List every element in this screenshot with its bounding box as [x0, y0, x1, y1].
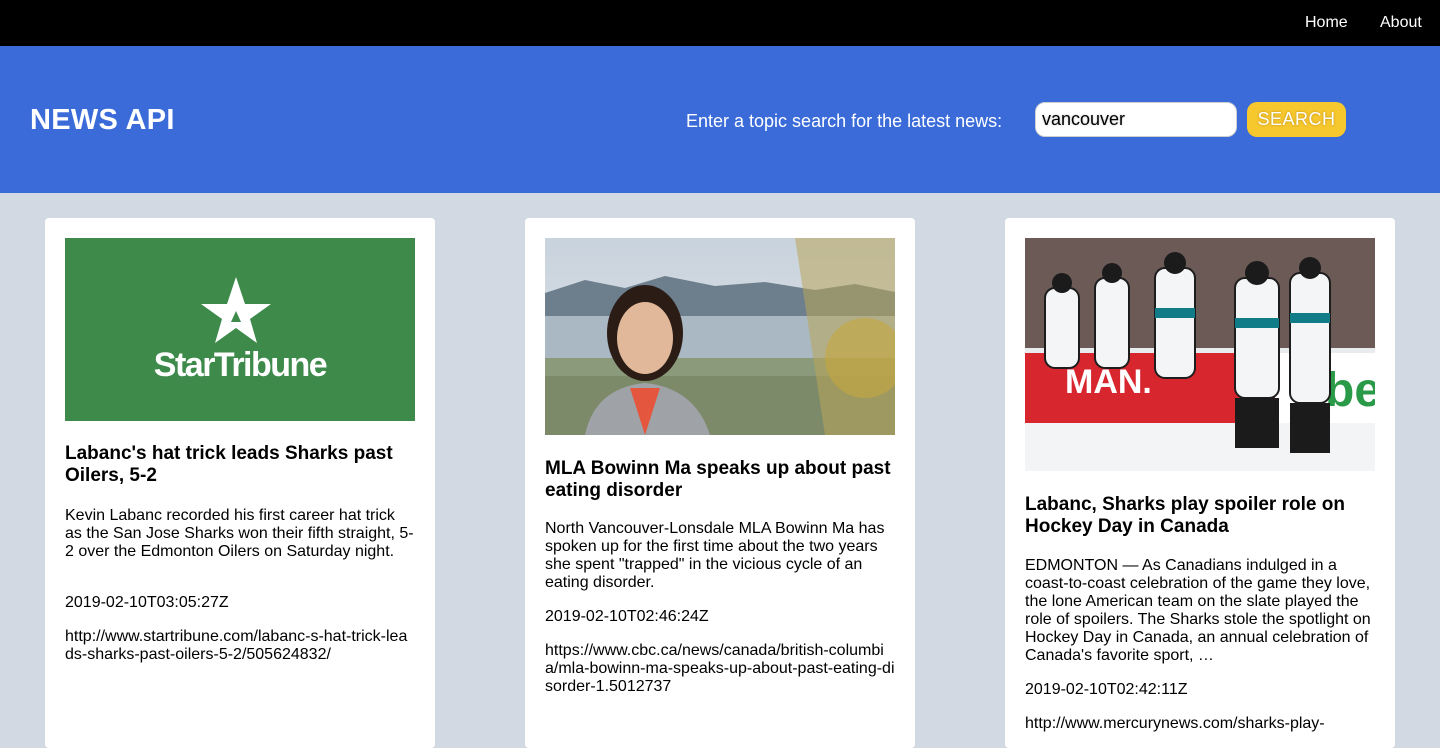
- article-title[interactable]: Labanc, Sharks play spoiler role on Hock…: [1025, 494, 1375, 538]
- article-date: 2019-02-10T02:42:11Z: [1025, 681, 1188, 698]
- hockey-illustration: MAN. be: [1025, 238, 1375, 471]
- star-icon: [201, 277, 271, 343]
- bowinn-ma-portrait-image[interactable]: [545, 238, 895, 435]
- nav-link-home[interactable]: Home: [1305, 13, 1348, 33]
- article-card: MLA Bowinn Ma speaks up about past eatin…: [525, 218, 915, 748]
- nav-link-about[interactable]: About: [1380, 13, 1422, 33]
- article-link[interactable]: http://www.mercurynews.com/sharks-play-: [1025, 715, 1375, 733]
- article-date: 2019-02-10T02:46:24Z: [545, 608, 709, 625]
- top-navbar: Home About: [0, 0, 1440, 46]
- search-input[interactable]: [1035, 102, 1237, 137]
- startribune-logo-image[interactable]: StarTribune: [65, 238, 415, 421]
- article-title[interactable]: Labanc's hat trick leads Sharks past Oil…: [65, 443, 415, 487]
- article-description: EDMONTON — As Canadians indulged in a co…: [1025, 557, 1371, 664]
- article-link[interactable]: https://www.cbc.ca/news/canada/british-c…: [545, 642, 895, 696]
- brand-title: NEWS API: [30, 104, 175, 136]
- search-button[interactable]: SEARCH: [1247, 102, 1346, 137]
- logo-text: StarTribune: [153, 346, 328, 384]
- sharks-celebration-image[interactable]: MAN. be: [1025, 238, 1375, 471]
- search-label: Enter a topic search for the latest news…: [686, 111, 1003, 131]
- portrait-illustration: [545, 238, 895, 435]
- article-card: MAN. be Labanc, Sharks play spoiler role…: [1005, 218, 1395, 748]
- article-description: Kevin Labanc recorded his first career h…: [65, 507, 414, 560]
- header-banner: NEWS API Enter a topic search for the la…: [0, 46, 1440, 193]
- article-link[interactable]: http://www.startribune.com/labanc-s-hat-…: [65, 628, 415, 664]
- svg-text:be: be: [1325, 364, 1375, 417]
- article-title[interactable]: MLA Bowinn Ma speaks up about past eatin…: [545, 458, 895, 502]
- article-card: StarTribune Labanc's hat trick leads Sha…: [45, 218, 435, 748]
- article-date: 2019-02-10T03:05:27Z: [65, 594, 229, 611]
- article-description: North Vancouver-Lonsdale MLA Bowinn Ma h…: [545, 520, 885, 591]
